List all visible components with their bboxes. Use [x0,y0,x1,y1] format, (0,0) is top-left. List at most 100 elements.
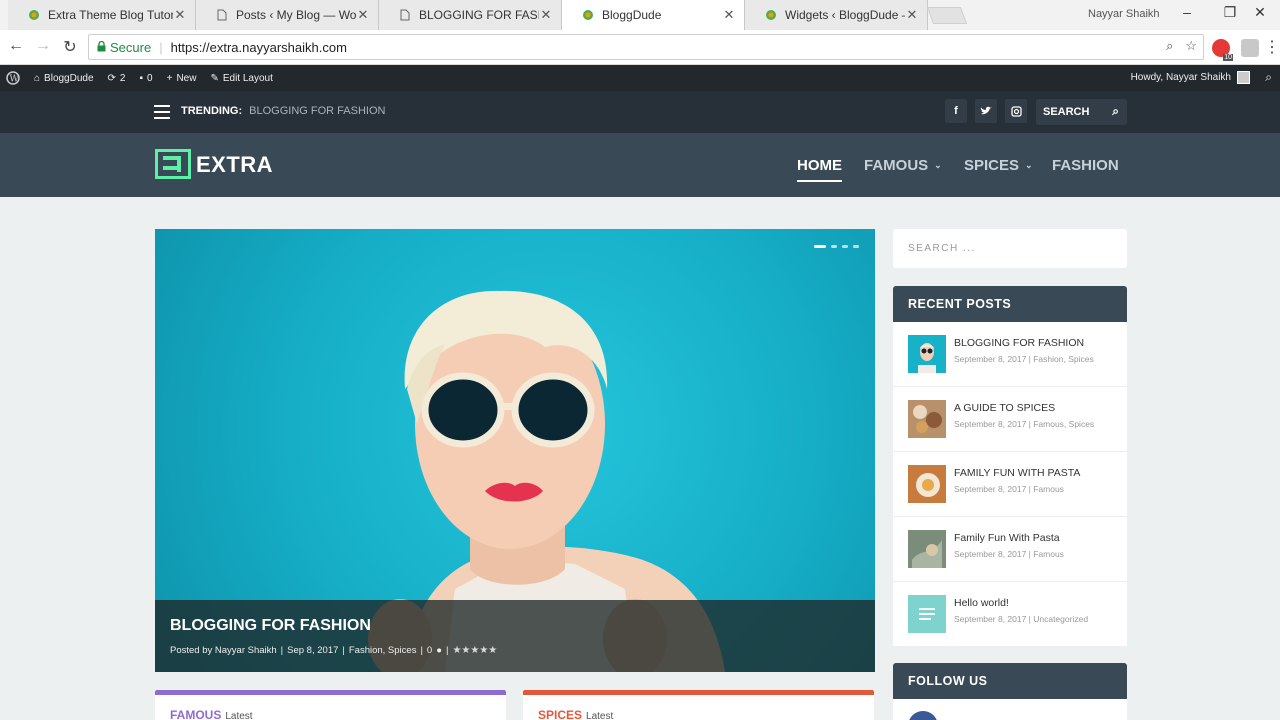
hero-author[interactable]: Posted by Nayyar Shaikh [170,645,277,656]
admin-account[interactable]: Howdy, Nayyar Shaikh [1131,71,1250,84]
close-tab-icon[interactable]: ✕ [356,7,370,23]
forward-arrow-icon[interactable]: → [33,37,53,55]
plus-icon: + [166,72,173,84]
hamburger-menu-icon[interactable] [154,105,170,123]
tab-title: Widgets ‹ BloggDude — [785,8,905,22]
search-icon[interactable]: ⌕ [1112,104,1119,119]
featured-slider[interactable]: BLOGGING FOR FASHION Posted by Nayyar Sh… [155,229,875,672]
slide-dot[interactable] [853,245,859,248]
comment-icon: ▪ [139,72,144,84]
close-tab-icon[interactable]: ✕ [905,7,919,23]
svg-text:W: W [10,75,20,85]
admin-search-icon[interactable]: ⌕ [1265,70,1272,85]
back-arrow-icon[interactable]: ← [6,37,26,55]
post-meta: September 8, 2017 | Famous [954,549,1064,559]
chevron-down-icon: ⌄ [1025,160,1033,170]
twitter-icon[interactable] [975,99,997,123]
minimize-icon[interactable]: – [1167,4,1207,20]
nav-spices[interactable]: SPICES ⌄ [964,157,1033,174]
logo-text[interactable]: EXTRA [196,152,273,178]
hero-date: Sep 8, 2017 [287,645,339,656]
list-item[interactable]: FAMILY FUN WITH PASTA September 8, 2017 … [893,452,1127,517]
url-text[interactable]: https://extra.nayyarshaikh.com [171,40,347,55]
post-title[interactable]: Hello world! [954,597,1009,609]
extra-logo-icon[interactable] [155,149,191,179]
address-bar[interactable]: Secure | https://extra.nayyarshaikh.com … [88,34,1204,60]
post-title[interactable]: Family Fun With Pasta [954,532,1060,544]
slide-dot[interactable] [842,245,848,248]
profile-name[interactable]: Nayyar Shaikh [1088,8,1160,20]
category-title[interactable]: SPICES Latest [523,695,874,720]
admin-new[interactable]: + New [167,73,197,84]
post-thumbnail[interactable] [908,465,946,503]
list-item[interactable]: Family Fun With Pasta September 8, 2017 … [893,517,1127,582]
close-tab-icon[interactable]: ✕ [722,7,736,23]
sidebar-search-input[interactable]: SEARCH ... [893,229,1127,268]
pencil-icon: ✎ [210,72,219,84]
reload-icon[interactable]: ↻ [60,37,80,57]
nav-famous[interactable]: FAMOUS ⌄ [864,157,942,174]
refresh-icon: ⟳ [107,72,116,84]
post-title[interactable]: BLOGGING FOR FASHION [954,337,1084,349]
howdy-text: Howdy, Nayyar Shaikh [1130,72,1231,83]
instagram-icon[interactable] [1005,99,1027,123]
post-thumbnail[interactable] [908,400,946,438]
close-tab-icon[interactable]: ✕ [539,7,553,23]
updates-count: 2 [119,72,126,84]
zoom-icon[interactable]: ⌕ [1166,38,1173,54]
extension-icon[interactable]: 10 [1212,39,1233,61]
list-item[interactable]: Hello world! September 8, 2017 | Uncateg… [893,582,1127,647]
admin-site-link[interactable]: ⌂ BloggDude [34,73,94,84]
hero-categories[interactable]: Fashion, Spices [349,645,417,656]
admin-comments[interactable]: ▪ 0 [139,73,152,84]
edit-layout-label: Edit Layout [222,72,273,84]
category-title[interactable]: FAMOUS Latest [155,695,506,720]
post-thumbnail[interactable] [908,530,946,568]
site-name: BloggDude [44,72,94,84]
close-window-icon[interactable]: ✕ [1240,4,1280,21]
slide-dot[interactable] [831,245,837,248]
menu-icon[interactable]: ⋮ [1262,37,1280,57]
facebook-follow-icon[interactable] [908,711,938,720]
new-tab-button[interactable] [926,7,968,24]
facebook-icon[interactable]: f [945,99,967,123]
browser-tab[interactable]: Posts ‹ My Blog — Word ✕ [196,0,379,30]
admin-edit-layout[interactable]: ✎ Edit Layout [210,73,272,84]
bloggdude-favicon-icon [765,9,777,21]
category-latest: Latest [586,711,614,720]
browser-tab-strip: Extra Theme Blog Tutoria ✕ Posts ‹ My Bl… [0,0,1280,30]
hero-title[interactable]: BLOGGING FOR FASHION [170,617,860,635]
nav-fashion[interactable]: FASHION [1052,157,1119,174]
meta-divider: | [445,645,449,656]
site-header: EXTRA HOME FAMOUS ⌄ SPICES ⌄ FASHION [0,133,1280,197]
nav-home[interactable]: HOME [797,157,842,182]
meta-divider: | [342,645,345,656]
browser-tab-active[interactable]: BloggDude ✕ [562,0,745,30]
category-name: SPICES [538,708,583,720]
browser-tab[interactable]: BLOGGING FOR FASHIO ✕ [379,0,562,30]
list-item[interactable]: A GUIDE TO SPICES September 8, 2017 | Fa… [893,387,1127,452]
post-title[interactable]: A GUIDE TO SPICES [954,402,1055,414]
list-item[interactable]: BLOGGING FOR FASHION September 8, 2017 |… [893,322,1127,387]
slide-dot[interactable] [814,245,826,248]
category-box-spices: SPICES Latest [523,690,874,720]
close-tab-icon[interactable]: ✕ [173,7,187,23]
extension-icon[interactable] [1241,39,1259,57]
top-search[interactable]: SEARCH ⌕ [1036,99,1127,125]
recent-posts-heading: RECENT POSTS [893,286,1127,322]
browser-tab[interactable]: Extra Theme Blog Tutoria ✕ [8,0,196,30]
post-title[interactable]: FAMILY FUN WITH PASTA [954,467,1080,479]
browser-tab[interactable]: Widgets ‹ BloggDude — ✕ [745,0,928,30]
tab-title: Extra Theme Blog Tutoria [48,8,173,22]
secure-label: Secure [110,39,152,55]
bookmark-star-icon[interactable]: ☆ [1185,38,1197,54]
document-placeholder-icon[interactable] [908,595,946,633]
admin-updates[interactable]: ⟳ 2 [108,73,126,84]
hero-comments[interactable]: 0 [427,645,432,656]
post-thumbnail[interactable] [908,335,946,373]
rating-stars: ★★★★★ [452,645,498,656]
trending-link[interactable]: BLOGGING FOR FASHION [249,105,385,117]
wordpress-icon[interactable]: W [6,71,20,85]
top-search-label: SEARCH [1043,106,1090,118]
nav-label: FAMOUS [864,157,929,174]
